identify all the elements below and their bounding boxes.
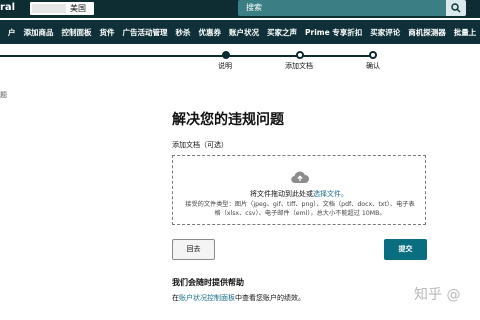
drop-text: 将文件拖动到此处或 xyxy=(250,190,313,198)
cloud-upload-icon xyxy=(291,171,309,184)
help-text: 在账户状况控制面板中查看您账户的绩效。 xyxy=(172,293,305,303)
nav-item-coupons[interactable]: 优惠券 xyxy=(195,27,226,38)
search-icon xyxy=(451,3,461,13)
watermark: 知乎 @ xyxy=(414,287,461,303)
step-label-confirm: 确认 xyxy=(366,62,380,70)
help-heading: 我们会随时提供帮助 xyxy=(172,278,244,287)
back-button[interactable]: 回去 xyxy=(172,239,215,260)
nav-item-shipments[interactable]: 货件 xyxy=(96,27,119,38)
step-label-add-documents: 添加文档 xyxy=(285,62,313,70)
search-input[interactable]: 搜索 xyxy=(246,2,262,13)
submit-button[interactable]: 提交 xyxy=(384,239,427,260)
nav-item-campaign-manager[interactable]: 广告活动管理 xyxy=(119,27,172,38)
drop-instructions: 将文件拖动到此处或选择文件。 xyxy=(173,189,425,199)
help-prefix: 在 xyxy=(172,294,179,302)
nav-item-bulk-upload[interactable]: 批量上 xyxy=(450,27,480,38)
search-button[interactable] xyxy=(446,0,466,16)
nav-item-dashboard[interactable]: 控制面板 xyxy=(58,27,96,38)
step-dot-add-documents xyxy=(296,51,304,59)
nav-item-opportunity-explorer[interactable]: 商机探测器 xyxy=(404,27,450,38)
choose-file-link[interactable]: 选择文件。 xyxy=(313,190,348,198)
nav-item-prime-discounts[interactable]: Prime 专享折扣 xyxy=(301,27,366,38)
top-bar: ral 美国 搜索 xyxy=(0,0,480,18)
nav-item-voice-of-customer[interactable]: 买家之声 xyxy=(263,27,301,38)
step-dot-instructions xyxy=(222,51,230,59)
nav-item-account-health[interactable]: 账户状况 xyxy=(225,27,263,38)
account-health-dashboard-link[interactable]: 账户状况控制面板 xyxy=(179,294,235,302)
sidebar-edge-text: 题 xyxy=(0,91,7,99)
marketplace-country: 美国 xyxy=(70,4,86,13)
nav-item-lightning-deals[interactable]: 秒杀 xyxy=(172,27,195,38)
stepper-track xyxy=(0,55,370,57)
nav-item-add-products[interactable]: 添加商品 xyxy=(20,27,58,38)
progress-stepper: 说明 添加文档 确认 xyxy=(0,44,480,74)
step-label-instructions: 说明 xyxy=(218,62,232,70)
marketplace-selector[interactable]: 美国 xyxy=(30,2,94,15)
nav-item-accounts[interactable]: 户 xyxy=(4,27,20,38)
store-name-redacted xyxy=(32,4,66,13)
help-suffix: 中查看您账户的绩效。 xyxy=(235,294,305,302)
search-box[interactable]: 搜索 xyxy=(238,0,466,16)
main-nav: 户 添加商品 控制面板 货件 广告活动管理 秒杀 优惠券 账户状况 买家之声 P… xyxy=(0,20,480,44)
nav-item-customer-reviews[interactable]: 买家评论 xyxy=(366,27,404,38)
upload-section-label: 添加文档（可选） xyxy=(172,141,228,149)
page-title: 解决您的违规问题 xyxy=(172,112,284,128)
accepted-file-types: 接受的文件类型：图片（jpeg、gif、tiff、png）、文档（pdf、doc… xyxy=(185,201,415,217)
file-dropzone[interactable]: 将文件拖动到此处或选择文件。 接受的文件类型：图片（jpeg、gif、tiff、… xyxy=(172,155,426,225)
step-dot-confirm xyxy=(369,51,377,59)
brand-logo[interactable]: ral xyxy=(0,2,15,13)
